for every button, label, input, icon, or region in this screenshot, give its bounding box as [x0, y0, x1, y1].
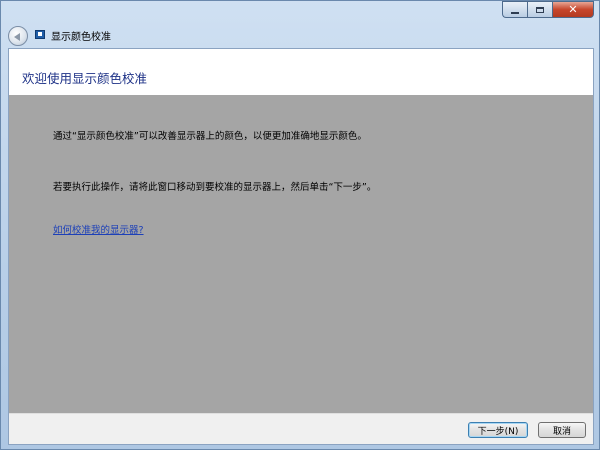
window-controls: ✕	[502, 1, 594, 18]
header-area: 欢迎使用显示颜色校准	[9, 49, 593, 95]
maximize-icon	[536, 6, 544, 13]
back-button[interactable]	[8, 26, 28, 46]
intro-text: 通过“显示颜色校准”可以改善显示器上的颜色，以便更加准确地显示颜色。	[53, 131, 367, 142]
display-calibration-icon	[35, 30, 45, 39]
help-link[interactable]: 如何校准我的显示器?	[53, 222, 144, 236]
next-button[interactable]: 下一步(N)	[468, 422, 528, 438]
page-title: 欢迎使用显示颜色校准	[22, 71, 148, 86]
minimize-button[interactable]	[502, 1, 527, 18]
window-title: 显示颜色校准	[51, 32, 111, 43]
close-icon: ✕	[568, 3, 578, 16]
title-bar: 显示颜色校准 ✕	[1, 1, 599, 47]
window: 显示颜色校准 ✕ 欢迎使用显示颜色校准 通过“显示颜色校准”可以改善显示器上的颜…	[0, 0, 600, 450]
main-area: 通过“显示颜色校准”可以改善显示器上的颜色，以便更加准确地显示颜色。 若要执行此…	[9, 95, 593, 413]
close-button[interactable]: ✕	[552, 1, 594, 18]
minimize-icon	[511, 11, 519, 14]
footer: 下一步(N) 取消	[9, 413, 593, 444]
content-frame: 欢迎使用显示颜色校准 通过“显示颜色校准”可以改善显示器上的颜色，以便更加准确地…	[8, 48, 594, 445]
maximize-button[interactable]	[527, 1, 552, 18]
cancel-button[interactable]: 取消	[538, 422, 586, 438]
instruction-text: 若要执行此操作，请将此窗口移动到要校准的显示器上，然后单击“下一步”。	[53, 182, 377, 193]
